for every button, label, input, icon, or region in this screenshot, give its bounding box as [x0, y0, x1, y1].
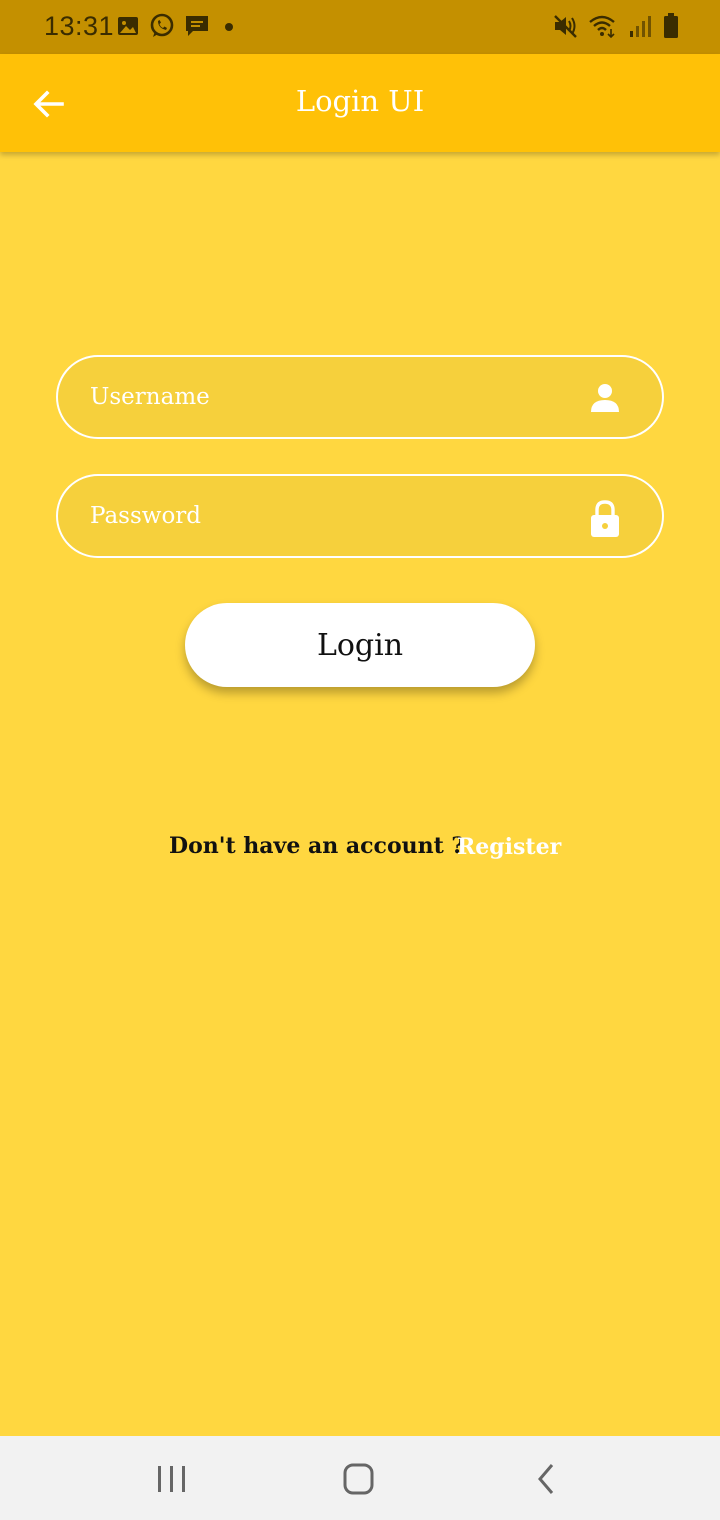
- dot-icon: [219, 14, 239, 38]
- username-field-container: [56, 355, 664, 439]
- app-bar: Login UI: [0, 54, 720, 152]
- status-bar: 13:31: [0, 0, 720, 54]
- whatsapp-icon: [149, 13, 175, 39]
- image-icon: [116, 14, 140, 38]
- wifi-icon: [588, 13, 618, 39]
- recents-button[interactable]: [152, 1462, 192, 1496]
- mute-icon: [552, 13, 578, 39]
- signal-icon: [628, 13, 652, 39]
- lock-icon: [588, 500, 622, 542]
- person-icon: [588, 381, 622, 419]
- login-button[interactable]: Login: [185, 603, 535, 687]
- recents-icon: [152, 1466, 192, 1500]
- back-icon: [528, 1464, 568, 1500]
- battery-icon: [662, 12, 680, 40]
- navigation-bar: [0, 1436, 720, 1520]
- status-time: 13:31: [44, 11, 115, 41]
- page-title: Login UI: [295, 84, 425, 118]
- system-status-icons: [552, 12, 680, 40]
- notification-icons: [116, 13, 239, 39]
- no-account-text: Don't have an account ?: [169, 833, 465, 859]
- nav-back-button[interactable]: [528, 1462, 568, 1496]
- username-input[interactable]: [90, 357, 590, 437]
- home-button[interactable]: [339, 1462, 379, 1496]
- home-icon: [339, 1463, 379, 1500]
- message-icon: [184, 13, 210, 39]
- password-input[interactable]: [90, 476, 590, 556]
- register-link[interactable]: Register: [457, 834, 561, 860]
- password-field-container: [56, 474, 664, 558]
